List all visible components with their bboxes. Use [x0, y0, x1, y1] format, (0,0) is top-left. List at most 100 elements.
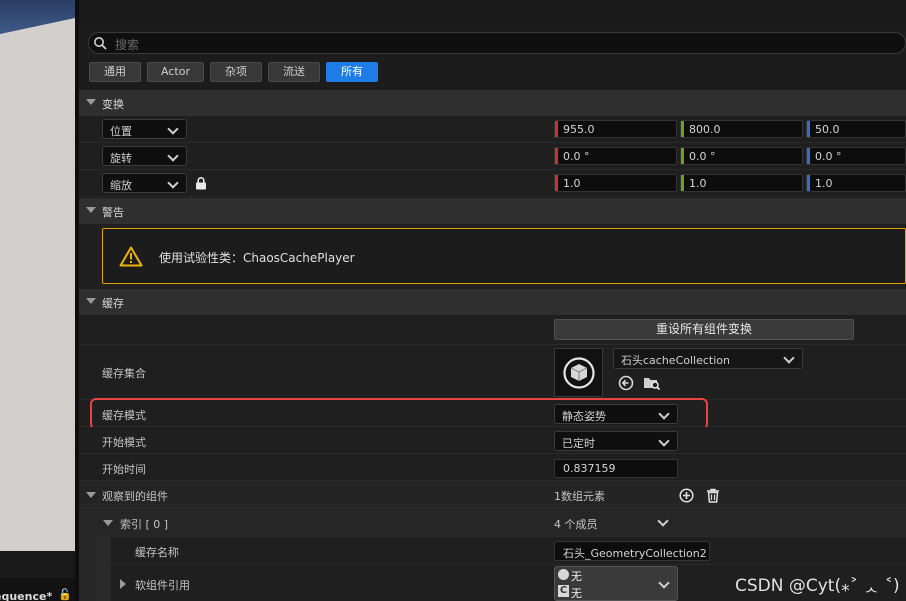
expand-arrow-icon[interactable]	[120, 579, 126, 589]
index-label: 索引 [ 0 ]	[120, 518, 169, 531]
x-axis-marker	[555, 175, 558, 191]
soft-component-ref-label: 软组件引用	[135, 579, 190, 592]
y-axis-marker	[681, 175, 684, 191]
field-value: 800.0	[689, 123, 721, 136]
details-header	[79, 0, 906, 26]
lock-icon[interactable]: 🔓	[58, 588, 72, 601]
start-time-field[interactable]: 0.837159	[554, 459, 678, 478]
field-value: 1.0	[815, 177, 833, 190]
field-value: 石头_GeometryCollection2	[563, 547, 707, 560]
rotation-y-field[interactable]: 0.0 °	[680, 147, 803, 165]
indent-guide	[96, 537, 111, 601]
field-value: 955.0	[563, 123, 595, 136]
scale-y-field[interactable]: 1.0	[680, 174, 803, 192]
cache-name-label: 缓存名称	[135, 546, 179, 559]
location-x-field[interactable]: 955.0	[554, 120, 677, 138]
cache-name-row	[111, 537, 906, 565]
chevron-down-icon	[167, 123, 179, 135]
field-value: 50.0	[815, 123, 840, 136]
field-value: 0.0 °	[689, 150, 716, 163]
filter-misc-button[interactable]: 杂项	[210, 62, 262, 82]
location-y-field[interactable]: 800.0	[680, 120, 803, 138]
field-value: 0.0 °	[563, 150, 590, 163]
search-input[interactable]: 搜索	[115, 36, 139, 53]
chevron-down-icon	[167, 150, 179, 162]
warning-text: 使用试验性类：ChaosCachePlayer	[159, 251, 355, 265]
warning-box: 使用试验性类：ChaosCachePlayer	[102, 228, 906, 284]
lock-icon[interactable]	[195, 177, 207, 190]
y-axis-marker	[681, 148, 684, 164]
collapse-arrow-icon[interactable]	[86, 99, 96, 105]
actor-icon	[558, 569, 569, 580]
expand-arrow-icon[interactable]	[103, 520, 113, 526]
member-count-text: 4 个成员	[554, 518, 598, 531]
section-title: 缓存	[102, 297, 124, 310]
indent-guide	[79, 508, 96, 601]
soft-component-ref-dropdown[interactable]: 无 C 无	[554, 566, 678, 601]
z-axis-marker	[807, 121, 810, 137]
dropdown-value: 位置	[110, 125, 132, 138]
start-time-row	[79, 454, 906, 481]
dropdown-value: 已定时	[562, 437, 595, 450]
rotation-x-field[interactable]: 0.0 °	[554, 147, 677, 165]
observed-components-row	[79, 481, 906, 508]
filter-all-button[interactable]: 所有	[326, 62, 378, 82]
location-mode-dropdown[interactable]: 位置	[102, 119, 187, 139]
filter-general-button[interactable]: 通用	[89, 62, 141, 82]
use-selected-asset-icon[interactable]	[618, 375, 634, 391]
scale-z-field[interactable]: 1.0	[806, 174, 906, 192]
reset-all-transforms-button[interactable]: 重设所有组件变换	[554, 319, 854, 340]
dropdown-value: 缩放	[110, 179, 132, 192]
chevron-down-icon	[658, 577, 670, 589]
actor-value: 无	[571, 570, 582, 583]
field-value: 0.0 °	[815, 150, 842, 163]
viewport-wall	[0, 18, 75, 551]
sequencer-tab-label[interactable]: equence*	[0, 590, 52, 601]
z-axis-marker	[807, 175, 810, 191]
add-element-icon[interactable]	[679, 488, 694, 503]
section-title: 变换	[102, 98, 124, 111]
location-z-field[interactable]: 50.0	[806, 120, 906, 138]
search-bar[interactable]: 搜索	[88, 32, 906, 54]
collapse-arrow-icon[interactable]	[86, 207, 96, 213]
start-mode-row	[79, 427, 906, 454]
section-transform[interactable]: 变换	[79, 90, 906, 116]
collapse-arrow-icon[interactable]	[86, 298, 96, 304]
chevron-down-icon	[783, 352, 795, 364]
start-time-label: 开始时间	[102, 463, 146, 476]
observed-components-label: 观察到的组件	[102, 490, 168, 503]
annotation-highlight-box	[90, 398, 708, 430]
field-value: 1.0	[563, 177, 581, 190]
array-count-text: 1数组元素	[554, 490, 605, 503]
field-value: 1.0	[689, 177, 707, 190]
rotation-z-field[interactable]: 0.0 °	[806, 147, 906, 165]
component-icon: C	[558, 585, 569, 597]
x-axis-marker	[555, 148, 558, 164]
asset-thumbnail[interactable]	[554, 348, 603, 397]
level-viewport[interactable]: equence* 🔓	[0, 0, 75, 601]
cache-name-field[interactable]: 石头_GeometryCollection2	[554, 541, 710, 561]
field-value: 0.837159	[563, 462, 616, 475]
expand-arrow-icon[interactable]	[86, 492, 96, 498]
x-axis-marker	[555, 121, 558, 137]
start-mode-dropdown[interactable]: 已定时	[554, 431, 678, 451]
y-axis-marker	[681, 121, 684, 137]
index-row	[96, 508, 906, 537]
filter-actor-button[interactable]: Actor	[147, 62, 204, 82]
search-icon	[94, 37, 107, 50]
filter-streaming-button[interactable]: 流送	[268, 62, 320, 82]
chevron-down-icon	[658, 435, 670, 447]
scale-x-field[interactable]: 1.0	[554, 174, 677, 192]
geometry-collection-icon	[563, 357, 595, 389]
trash-icon[interactable]	[706, 488, 720, 503]
rotation-mode-dropdown[interactable]: 旋转	[102, 146, 187, 166]
section-cache[interactable]: 缓存	[79, 289, 906, 315]
dropdown-value: 石头cacheCollection	[621, 354, 730, 367]
warning-icon	[119, 246, 143, 267]
chevron-down-icon	[167, 177, 179, 189]
watermark-text: CSDN @Cyt(⁎˃ ᆺ ˂)	[735, 576, 900, 596]
cache-collection-dropdown[interactable]: 石头cacheCollection	[613, 348, 803, 369]
scale-mode-dropdown[interactable]: 缩放	[102, 173, 187, 193]
section-warning[interactable]: 警告	[79, 198, 906, 224]
browse-asset-icon[interactable]	[643, 375, 661, 391]
